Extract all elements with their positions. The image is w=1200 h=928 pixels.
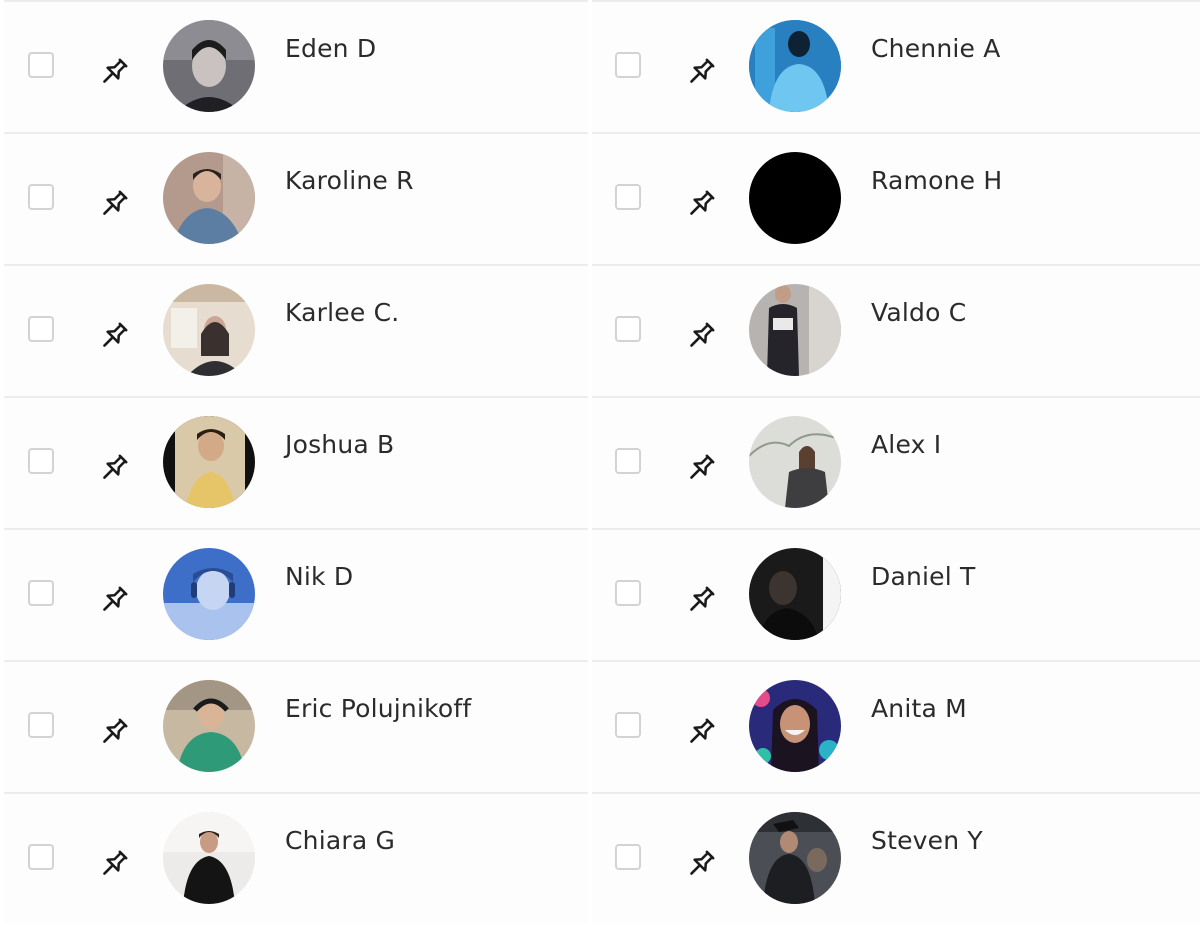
avatar[interactable] xyxy=(163,20,255,112)
pin-icon[interactable] xyxy=(683,582,719,618)
pin-icon[interactable] xyxy=(96,450,132,486)
participant-row: Daniel T xyxy=(592,528,1200,660)
participant-name: Valdo C xyxy=(871,298,967,327)
select-checkbox[interactable] xyxy=(28,580,54,606)
pin-icon[interactable] xyxy=(683,186,719,222)
participant-name: Daniel T xyxy=(871,562,976,591)
participant-row: Eden D xyxy=(4,0,588,132)
participant-name: Chennie A xyxy=(871,34,1001,63)
participant-name: Steven Y xyxy=(871,826,983,855)
select-checkbox[interactable] xyxy=(615,316,641,342)
pin-icon[interactable] xyxy=(683,54,719,90)
select-checkbox[interactable] xyxy=(28,844,54,870)
participant-row: Ramone H xyxy=(592,132,1200,264)
pin-icon[interactable] xyxy=(683,318,719,354)
avatar[interactable] xyxy=(163,812,255,904)
participant-name: Eden D xyxy=(285,34,377,63)
participant-row: Nik D xyxy=(4,528,588,660)
participant-column-right: Chennie A Ramone H Valdo C Alex I Daniel… xyxy=(590,0,1200,928)
participant-row: Eric Polujnikoff xyxy=(4,660,588,792)
avatar[interactable] xyxy=(749,548,841,640)
pin-icon[interactable] xyxy=(683,450,719,486)
select-checkbox[interactable] xyxy=(615,448,641,474)
select-checkbox[interactable] xyxy=(615,184,641,210)
pin-icon[interactable] xyxy=(96,714,132,750)
avatar[interactable] xyxy=(749,812,841,904)
participant-name: Karoline R xyxy=(285,166,414,195)
avatar[interactable] xyxy=(749,284,841,376)
select-checkbox[interactable] xyxy=(615,844,641,870)
participant-row: Anita M xyxy=(592,660,1200,792)
select-checkbox[interactable] xyxy=(28,52,54,78)
avatar[interactable] xyxy=(749,416,841,508)
avatar[interactable] xyxy=(749,680,841,772)
participant-name: Nik D xyxy=(285,562,354,591)
select-checkbox[interactable] xyxy=(615,52,641,78)
participant-row: Chennie A xyxy=(592,0,1200,132)
select-checkbox[interactable] xyxy=(615,580,641,606)
participant-name: Anita M xyxy=(871,694,967,723)
participant-name: Joshua B xyxy=(285,430,395,459)
participant-name: Eric Polujnikoff xyxy=(285,694,472,723)
participant-row: Karlee C. xyxy=(4,264,588,396)
participant-row: Karoline R xyxy=(4,132,588,264)
select-checkbox[interactable] xyxy=(28,316,54,342)
pin-icon[interactable] xyxy=(96,582,132,618)
participant-list: Eden D Karoline R Karlee C. Joshua B Nik… xyxy=(0,0,1200,928)
pin-icon[interactable] xyxy=(96,318,132,354)
avatar[interactable] xyxy=(163,152,255,244)
participant-column-left: Eden D Karoline R Karlee C. Joshua B Nik… xyxy=(0,0,590,928)
pin-icon[interactable] xyxy=(683,714,719,750)
pin-icon[interactable] xyxy=(96,54,132,90)
avatar[interactable] xyxy=(749,20,841,112)
avatar[interactable] xyxy=(163,680,255,772)
avatar[interactable] xyxy=(163,284,255,376)
select-checkbox[interactable] xyxy=(28,712,54,738)
select-checkbox[interactable] xyxy=(615,712,641,738)
select-checkbox[interactable] xyxy=(28,184,54,210)
participant-name: Ramone H xyxy=(871,166,1003,195)
pin-icon[interactable] xyxy=(96,186,132,222)
participant-name: Karlee C. xyxy=(285,298,400,327)
pin-icon[interactable] xyxy=(96,846,132,882)
pin-icon[interactable] xyxy=(683,846,719,882)
participant-row: Alex I xyxy=(592,396,1200,528)
participant-row: Valdo C xyxy=(592,264,1200,396)
participant-row: Joshua B xyxy=(4,396,588,528)
participant-row: Chiara G xyxy=(4,792,588,924)
avatar[interactable] xyxy=(163,548,255,640)
avatar[interactable] xyxy=(163,416,255,508)
participant-row: Steven Y xyxy=(592,792,1200,924)
avatar[interactable] xyxy=(749,152,841,244)
participant-name: Chiara G xyxy=(285,826,396,855)
participant-name: Alex I xyxy=(871,430,942,459)
select-checkbox[interactable] xyxy=(28,448,54,474)
